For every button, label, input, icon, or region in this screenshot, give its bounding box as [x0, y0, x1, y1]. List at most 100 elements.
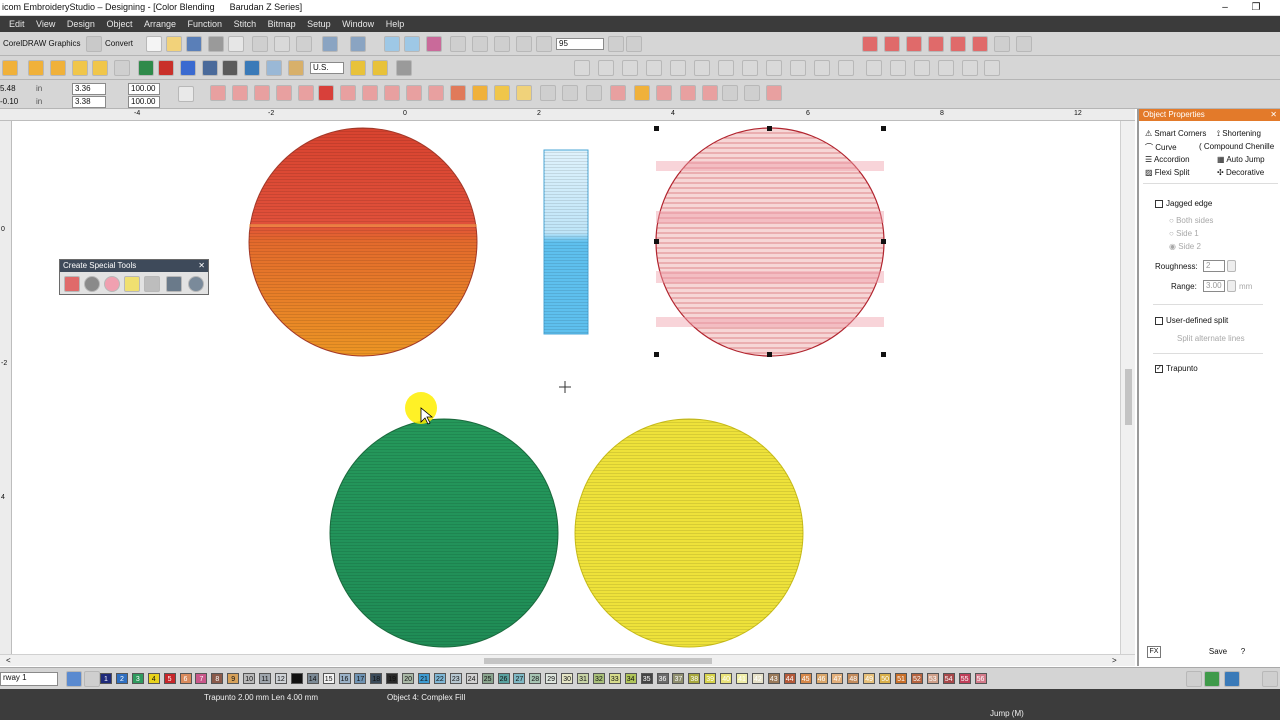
color-swatch[interactable]: 32: [592, 673, 605, 684]
scroll-right-arrow[interactable]: >: [1112, 656, 1117, 665]
color-swatch[interactable]: 20: [402, 673, 415, 684]
y-field[interactable]: -0.10: [0, 97, 18, 106]
satin-icon[interactable]: [210, 85, 226, 101]
color-swatch[interactable]: 37: [672, 673, 685, 684]
menu-bitmap[interactable]: Bitmap: [268, 16, 296, 32]
menu-view[interactable]: View: [36, 16, 55, 32]
restore-button[interactable]: ❐: [1242, 0, 1270, 16]
outline-tool-icon[interactable]: [2, 60, 18, 76]
ungroup-icon[interactable]: [598, 60, 614, 76]
align-left-icon[interactable]: [670, 60, 686, 76]
color-swatch[interactable]: 1: [100, 673, 112, 684]
color-swatch[interactable]: 6: [179, 673, 192, 684]
roughness-field[interactable]: 2: [1203, 260, 1225, 272]
color-swatch[interactable]: 17: [354, 673, 367, 684]
green-circle[interactable]: [329, 418, 559, 648]
range-field[interactable]: 3.00: [1203, 280, 1225, 292]
effect-flexi-split[interactable]: ▨ Flexi Split: [1145, 168, 1189, 177]
panel-close-icon[interactable]: ✕: [1270, 109, 1277, 121]
red-orange-blend-circle[interactable]: [248, 127, 478, 357]
special-tool-7-icon[interactable]: [188, 276, 204, 292]
group-icon[interactable]: [574, 60, 590, 76]
color-swatch[interactable]: 8: [211, 673, 224, 684]
color-swatch[interactable]: 35: [640, 673, 653, 684]
radio-side-1[interactable]: ○ Side 1: [1169, 229, 1199, 238]
save-button[interactable]: Save: [1207, 646, 1229, 658]
travel-icon[interactable]: [384, 36, 400, 52]
selection-handle[interactable]: [881, 239, 886, 244]
color-swatch[interactable]: 50: [879, 673, 892, 684]
effect-compound-chenille[interactable]: ( Compound Chenille: [1199, 142, 1274, 151]
zoom-dropdown-icon[interactable]: [608, 36, 624, 52]
motif-fill-icon[interactable]: [340, 85, 356, 101]
reshape-icon[interactable]: [92, 60, 108, 76]
color-swatch[interactable]: 55: [958, 673, 971, 684]
fabric-icon[interactable]: [350, 60, 366, 76]
color-swatch[interactable]: 25: [481, 673, 494, 684]
color-swatch[interactable]: 24: [465, 673, 478, 684]
machine-format-icon[interactable]: [950, 36, 966, 52]
filter-icon[interactable]: [884, 36, 900, 52]
color-swatch[interactable]: 23: [449, 673, 462, 684]
pan-icon[interactable]: [494, 36, 510, 52]
color-swatch[interactable]: 22: [433, 673, 446, 684]
color-blend-active-icon[interactable]: [472, 85, 488, 101]
rotate-left-icon[interactable]: [914, 60, 930, 76]
cross-stitch-icon[interactable]: [384, 85, 400, 101]
zoom-fit-icon[interactable]: [536, 36, 552, 52]
color-swatch[interactable]: 11: [259, 673, 271, 684]
selection-handle[interactable]: [654, 352, 659, 357]
space-evenly-icon[interactable]: [838, 60, 854, 76]
menu-design[interactable]: Design: [67, 16, 95, 32]
scroll-left-arrow[interactable]: <: [6, 656, 11, 665]
pink-trapunto-circle[interactable]: [655, 127, 885, 357]
color-swatch[interactable]: 27: [513, 673, 526, 684]
unlock-icon[interactable]: [646, 60, 662, 76]
special-tool-1-icon[interactable]: [64, 276, 80, 292]
print-icon[interactable]: [208, 36, 224, 52]
settings-icon[interactable]: [396, 60, 412, 76]
effect-accordion[interactable]: ☰ Accordion: [1145, 155, 1190, 164]
color-swatch[interactable]: 56: [974, 673, 987, 684]
new-icon[interactable]: [146, 36, 162, 52]
roughness-spinner-icon[interactable]: [1227, 260, 1236, 272]
floating-toolbar-close[interactable]: ✕: [198, 260, 205, 272]
undo-icon[interactable]: [322, 36, 338, 52]
convert-button[interactable]: Convert: [105, 39, 133, 48]
pull-comp-icon[interactable]: [562, 85, 578, 101]
blue-column-object[interactable]: [543, 149, 589, 335]
mirror-h-icon[interactable]: [866, 60, 882, 76]
zoom-in-icon[interactable]: [450, 36, 466, 52]
color-swatch[interactable]: 38: [688, 673, 701, 684]
color-swatch[interactable]: 29: [545, 673, 558, 684]
digitize-tool-icon[interactable]: [28, 60, 44, 76]
color-swatch[interactable]: 4: [147, 673, 160, 684]
selection-handle[interactable]: [654, 126, 659, 131]
stitch-edit-icon[interactable]: [114, 60, 130, 76]
align-right-icon[interactable]: [718, 60, 734, 76]
print-preview-icon[interactable]: [228, 36, 244, 52]
color-swatch[interactable]: 42: [751, 673, 764, 684]
color-swatch[interactable]: 9: [227, 673, 240, 684]
cutwork-icon[interactable]: [744, 85, 760, 101]
color-swatch[interactable]: 2: [115, 673, 128, 684]
color-swatch[interactable]: 5: [163, 673, 176, 684]
color-swatch[interactable]: 30: [561, 673, 574, 684]
help-button[interactable]: ?: [1237, 646, 1249, 658]
chenille-tool-icon[interactable]: [656, 85, 672, 101]
color-swatch[interactable]: 52: [910, 673, 923, 684]
effect-smart-corners[interactable]: ⚠ Smart Corners: [1145, 129, 1206, 138]
stippling-icon[interactable]: [406, 85, 422, 101]
zoom-field[interactable]: 95: [556, 38, 604, 50]
save-icon[interactable]: [186, 36, 202, 52]
menu-function[interactable]: Function: [188, 16, 223, 32]
effect-shortening[interactable]: ⟟ Shortening: [1217, 129, 1261, 139]
hoop-icon[interactable]: [972, 36, 988, 52]
grid-settings-icon[interactable]: [994, 36, 1010, 52]
menu-window[interactable]: Window: [342, 16, 374, 32]
vertical-scrollbar[interactable]: [1120, 121, 1135, 654]
palette-menu-icon[interactable]: [84, 671, 100, 687]
thread-chart-icon[interactable]: [1224, 671, 1240, 687]
bling-icon[interactable]: [702, 85, 718, 101]
hoop-select[interactable]: rway 1: [0, 672, 58, 686]
